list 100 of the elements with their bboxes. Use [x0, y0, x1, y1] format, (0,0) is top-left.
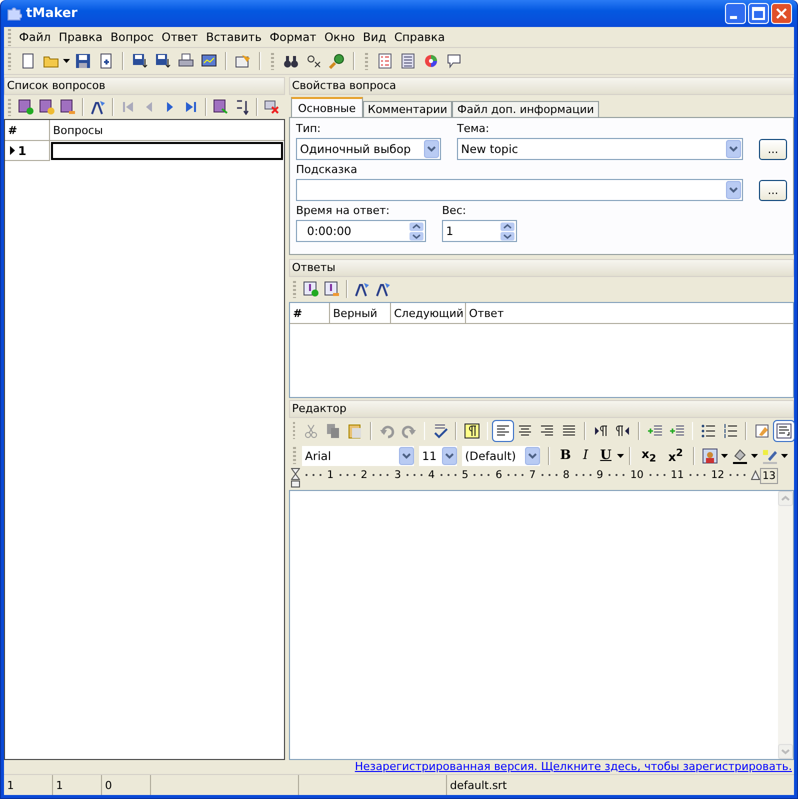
fill-color-icon[interactable] [732, 448, 748, 464]
ruler-number: 10 [630, 468, 644, 482]
style-dropdown[interactable]: (Default) [462, 446, 540, 466]
list-icon[interactable] [377, 53, 393, 69]
menu-item[interactable]: Файл [15, 30, 55, 44]
column-header[interactable]: Верный [330, 303, 391, 323]
column-header[interactable]: # [290, 303, 330, 323]
binoculars-icon[interactable] [283, 53, 299, 69]
sort-icon[interactable] [234, 99, 250, 115]
menu-item[interactable]: Вид [358, 30, 390, 44]
paint-icon[interactable] [754, 422, 770, 438]
indent-icon[interactable] [646, 422, 663, 438]
menu-item[interactable]: Формат [266, 30, 320, 44]
browse-button[interactable]: ... [759, 180, 787, 200]
time-spinbox[interactable]: 0:00:00 [296, 220, 426, 242]
column-header[interactable]: Вопросы [50, 120, 284, 140]
menu-item[interactable]: Справка [390, 30, 449, 44]
rtl-icon[interactable] [615, 422, 632, 438]
ruler-number: 8 [562, 468, 570, 482]
align-center-icon[interactable] [517, 422, 534, 438]
panel-header: Редактор [289, 400, 794, 418]
format-button[interactable]: U [595, 448, 616, 463]
column-header[interactable]: Следующий [391, 303, 466, 323]
copy-icon[interactable] [324, 422, 341, 438]
format-button[interactable]: I [578, 448, 594, 463]
format-button[interactable]: B [555, 448, 576, 463]
spinner-arrows-icon[interactable] [409, 222, 424, 240]
align-right-icon[interactable] [539, 422, 556, 438]
monitor-chart-icon[interactable] [201, 53, 217, 69]
ruler-number: 12 [710, 468, 724, 482]
menu-item[interactable]: Окно [320, 30, 359, 44]
status-cell: 1 [53, 775, 102, 795]
font-size-dropdown[interactable]: 11 [419, 446, 457, 466]
save-icon[interactable] [75, 53, 91, 69]
ruler-number: 3 [394, 468, 402, 482]
font-dropdown[interactable]: Arial [302, 446, 414, 466]
ltr-icon[interactable] [593, 422, 610, 438]
highlight-icon[interactable] [762, 448, 778, 464]
topic-dropdown[interactable]: New topic [457, 138, 743, 160]
maximize-button[interactable] [748, 3, 769, 24]
spellcheck-icon[interactable] [432, 422, 448, 438]
print-icon[interactable] [178, 53, 194, 69]
caret-icon[interactable] [617, 454, 624, 458]
script-button[interactable]: x$_{2}$ [636, 446, 662, 464]
document-plus-icon[interactable] [98, 53, 114, 69]
caret-icon[interactable] [63, 59, 70, 63]
card-icon[interactable] [235, 53, 251, 69]
floppy-arrow-icon[interactable] [155, 53, 171, 69]
pilcrow-icon[interactable] [464, 422, 480, 438]
indent-marker-icon[interactable] [291, 468, 300, 490]
caret-icon[interactable] [720, 454, 728, 458]
tab[interactable]: Комментарии [362, 101, 452, 117]
ruler-number: 2 [360, 468, 368, 482]
ruler-number: 1 [327, 468, 334, 482]
spinner-arrows-icon[interactable] [500, 222, 515, 240]
caret-icon[interactable] [780, 454, 788, 458]
last-icon[interactable] [183, 99, 199, 115]
tab[interactable]: Основные [291, 97, 363, 117]
paste-icon[interactable] [346, 422, 363, 438]
outdent-icon[interactable] [668, 422, 685, 438]
align-left-icon[interactable] [495, 422, 512, 438]
new-document-icon[interactable] [20, 53, 36, 69]
browse-button[interactable]: ... [759, 139, 787, 160]
menu-item[interactable]: Вопрос [106, 30, 158, 44]
wrap-icon[interactable] [776, 422, 792, 438]
bullet-list-icon[interactable] [700, 422, 716, 438]
speech-bubble-icon[interactable] [446, 53, 462, 69]
column-header[interactable]: # [5, 120, 50, 140]
status-file: default.srt [449, 778, 508, 794]
script-button[interactable]: x$^{2}$ [663, 448, 688, 464]
page-icon[interactable] [400, 53, 416, 69]
minimize-button[interactable] [725, 3, 746, 24]
type-dropdown[interactable]: Одиночный выбор [296, 138, 441, 160]
floppy-arrow-icon[interactable] [132, 53, 148, 69]
status-cell: 1 [4, 775, 53, 795]
ruler-number: 6 [495, 468, 502, 482]
justify-icon[interactable] [561, 422, 578, 438]
ruler-number: 9 [596, 468, 604, 482]
image-icon[interactable] [702, 448, 718, 464]
field-label: Время на ответ: [296, 204, 391, 217]
menu-item[interactable]: Ответ [158, 30, 202, 44]
magnifier-icon[interactable] [329, 53, 345, 69]
register-link[interactable]: Незарегистрированная версия. Щелкните здесь, чтобы зарегистрировать. [354, 760, 792, 774]
hint-dropdown[interactable] [296, 179, 743, 201]
right-indent-marker-icon[interactable] [751, 468, 760, 480]
menu-item[interactable]: Вставить [202, 30, 266, 44]
panel-header: Список вопросов [4, 77, 285, 95]
delete-icon[interactable] [264, 99, 280, 115]
field-label: Тип: [296, 122, 322, 135]
close-button[interactable] [771, 3, 792, 24]
numbered-list-icon[interactable] [722, 422, 738, 438]
tab[interactable]: Файл доп. информации [452, 101, 599, 117]
color-wheel-icon[interactable] [423, 53, 439, 69]
question-cell[interactable] [51, 142, 283, 160]
column-header[interactable]: Ответ [466, 303, 793, 323]
weight-spinbox[interactable]: 1 [442, 220, 517, 242]
caret-icon[interactable] [750, 454, 758, 458]
menu-item[interactable]: Правка [54, 30, 107, 44]
puzzle-icon [6, 6, 22, 22]
ruler-number: 11 [670, 468, 684, 482]
